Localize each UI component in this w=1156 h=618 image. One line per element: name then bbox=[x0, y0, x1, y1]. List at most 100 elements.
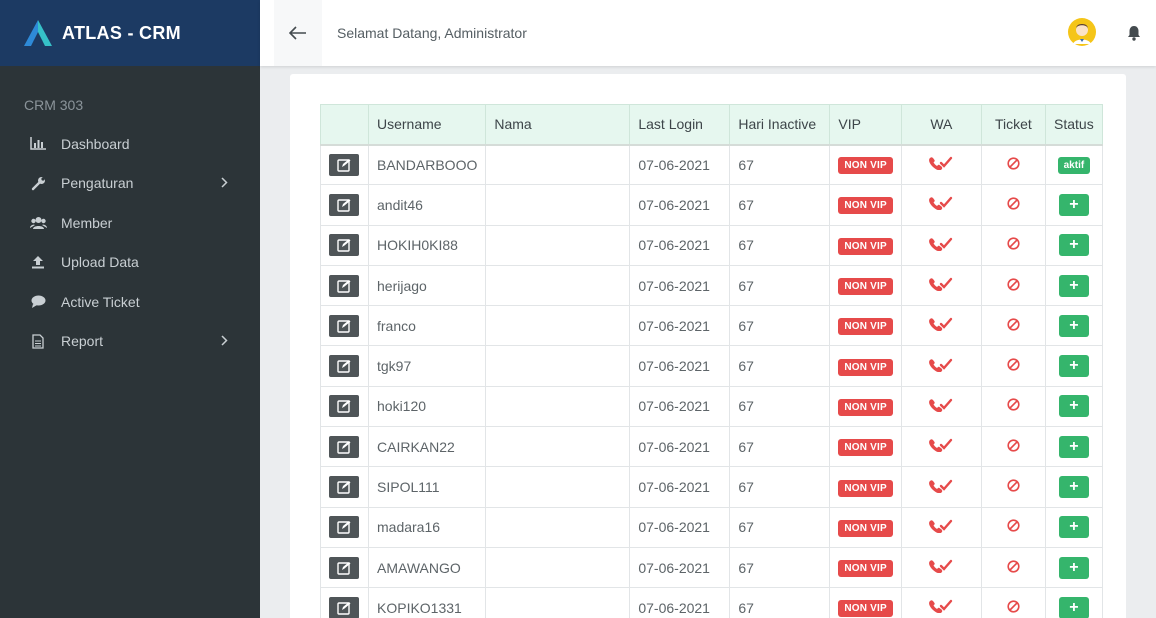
status-aktif-badge[interactable]: aktif bbox=[1057, 157, 1091, 175]
ban-icon[interactable] bbox=[1007, 560, 1020, 573]
whatsapp-call-check-icon[interactable] bbox=[928, 479, 954, 493]
whatsapp-call-check-icon[interactable] bbox=[928, 237, 954, 251]
wa-cell bbox=[900, 224, 982, 266]
activate-button[interactable]: + bbox=[1058, 234, 1089, 257]
sidebar-item-active-ticket[interactable]: Active Ticket bbox=[0, 282, 260, 322]
ban-icon[interactable] bbox=[1007, 479, 1020, 492]
whatsapp-call-check-icon[interactable] bbox=[928, 398, 954, 412]
activate-button[interactable]: + bbox=[1058, 516, 1089, 539]
edit-cell bbox=[320, 466, 369, 508]
edit-button[interactable] bbox=[329, 435, 359, 458]
edit-button[interactable] bbox=[329, 153, 359, 176]
whatsapp-call-check-icon[interactable] bbox=[928, 519, 954, 533]
last-login-cell: 07-06-2021 bbox=[629, 264, 731, 307]
whatsapp-call-check-icon[interactable] bbox=[928, 277, 954, 292]
column-header-ticket[interactable]: Ticket bbox=[980, 104, 1046, 145]
edit-button[interactable] bbox=[329, 556, 359, 579]
edit-button[interactable] bbox=[329, 355, 359, 378]
sidebar-item-upload-data[interactable]: Upload Data bbox=[0, 243, 260, 283]
vip-badge: NON VIP bbox=[838, 358, 893, 376]
vip-badge: NON VIP bbox=[838, 398, 893, 416]
vip-badge: NON VIP bbox=[838, 197, 893, 215]
edit-button[interactable] bbox=[329, 596, 359, 618]
ban-icon[interactable] bbox=[1007, 439, 1020, 452]
column-header-wa[interactable]: WA bbox=[900, 104, 982, 145]
edit-button[interactable] bbox=[329, 314, 359, 337]
edit-cell bbox=[320, 224, 369, 266]
edit-cell bbox=[320, 305, 369, 347]
sidebar: ATLAS - CRM CRM 303 Dashboard Pengaturan… bbox=[0, 0, 260, 618]
vip-cell: NON VIP bbox=[829, 546, 902, 589]
whatsapp-call-check-icon[interactable] bbox=[928, 196, 954, 211]
edit-button[interactable] bbox=[329, 274, 359, 297]
brand-header[interactable]: ATLAS - CRM bbox=[0, 0, 260, 66]
ban-icon[interactable] bbox=[1007, 197, 1020, 210]
status-cell: + bbox=[1044, 546, 1103, 589]
table-row: CAIRKAN22 07-06-2021 67 NON VIP + bbox=[320, 426, 1103, 468]
ban-icon[interactable] bbox=[1007, 157, 1020, 170]
members-table: Username Nama Last Login Hari Inactive V… bbox=[320, 104, 1103, 618]
brand-title: ATLAS - CRM bbox=[62, 22, 181, 43]
whatsapp-call-check-icon[interactable] bbox=[928, 317, 954, 332]
user-avatar-icon[interactable] bbox=[1068, 18, 1096, 46]
ban-icon[interactable] bbox=[1007, 519, 1020, 532]
back-button[interactable] bbox=[274, 0, 322, 66]
ticket-cell bbox=[980, 305, 1046, 347]
nama-cell bbox=[485, 305, 631, 347]
sidebar-item-member[interactable]: Member bbox=[0, 203, 260, 243]
activate-button[interactable]: + bbox=[1058, 476, 1089, 499]
sidebar-item-pengaturan[interactable]: Pengaturan bbox=[0, 164, 260, 204]
activate-button[interactable]: + bbox=[1058, 314, 1089, 337]
activate-button[interactable]: + bbox=[1058, 556, 1089, 579]
edit-button[interactable] bbox=[329, 234, 359, 257]
edit-button[interactable] bbox=[329, 395, 359, 418]
status-cell: + bbox=[1044, 385, 1103, 428]
edit-button[interactable] bbox=[329, 193, 359, 216]
last-login-cell: 07-06-2021 bbox=[629, 143, 731, 186]
hari-inactive-cell: 67 bbox=[729, 305, 831, 347]
activate-button[interactable]: + bbox=[1058, 193, 1089, 216]
last-login-cell: 07-06-2021 bbox=[629, 345, 731, 387]
sidebar-item-report[interactable]: Report bbox=[0, 322, 260, 362]
vip-cell: NON VIP bbox=[829, 264, 902, 307]
whatsapp-call-check-icon[interactable] bbox=[928, 559, 954, 574]
column-header-hari-inactive[interactable]: Hari Inactive bbox=[729, 104, 831, 145]
nama-cell bbox=[485, 587, 631, 618]
hari-inactive-cell: 67 bbox=[729, 426, 831, 468]
ticket-cell bbox=[980, 184, 1046, 226]
column-header-nama[interactable]: Nama bbox=[485, 104, 631, 145]
edit-icon bbox=[337, 238, 351, 252]
activate-button[interactable]: + bbox=[1058, 355, 1089, 378]
edit-cell bbox=[320, 546, 369, 589]
notification-bell-icon[interactable] bbox=[1127, 25, 1141, 41]
wa-cell bbox=[900, 184, 982, 226]
column-header-status[interactable]: Status bbox=[1044, 104, 1103, 145]
whatsapp-call-check-icon[interactable] bbox=[928, 438, 954, 453]
column-header-username[interactable]: Username bbox=[367, 104, 487, 145]
chevron-right-icon bbox=[221, 176, 228, 188]
hari-inactive-cell: 67 bbox=[729, 264, 831, 307]
ban-icon[interactable] bbox=[1007, 398, 1020, 412]
activate-button[interactable]: + bbox=[1058, 395, 1089, 418]
whatsapp-call-check-icon[interactable] bbox=[928, 156, 954, 171]
column-header-last-login[interactable]: Last Login bbox=[629, 104, 731, 145]
username-cell: BANDARBOOO bbox=[367, 143, 487, 186]
ban-icon[interactable] bbox=[1007, 277, 1020, 291]
whatsapp-call-check-icon[interactable] bbox=[928, 358, 954, 372]
sidebar-item-dashboard[interactable]: Dashboard bbox=[0, 124, 260, 164]
whatsapp-call-check-icon[interactable] bbox=[928, 599, 954, 614]
activate-button[interactable]: + bbox=[1058, 596, 1089, 618]
ban-icon[interactable] bbox=[1007, 358, 1020, 371]
column-header-vip[interactable]: VIP bbox=[829, 104, 902, 145]
edit-button[interactable] bbox=[329, 516, 359, 539]
edit-button[interactable] bbox=[329, 476, 359, 499]
nama-cell bbox=[485, 466, 631, 508]
wa-cell bbox=[900, 385, 982, 428]
status-cell: aktif bbox=[1044, 143, 1103, 186]
ban-icon[interactable] bbox=[1007, 600, 1020, 613]
activate-button[interactable]: + bbox=[1058, 274, 1089, 297]
ban-icon[interactable] bbox=[1007, 318, 1020, 331]
activate-button[interactable]: + bbox=[1058, 435, 1089, 458]
vip-cell: NON VIP bbox=[829, 143, 902, 186]
ban-icon[interactable] bbox=[1007, 237, 1020, 250]
